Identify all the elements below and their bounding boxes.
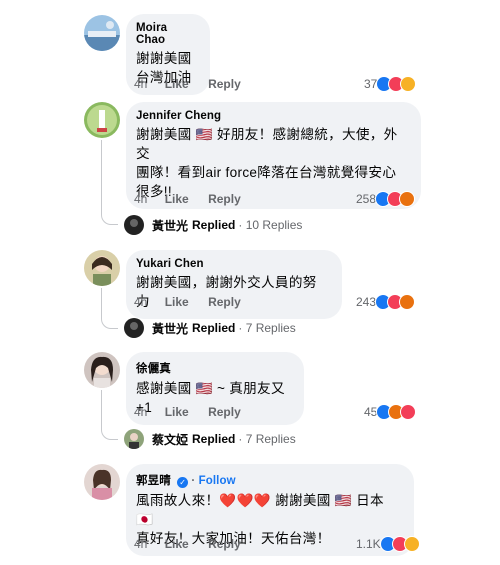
replied-label: Replied — [192, 432, 236, 446]
reply-button[interactable]: Reply — [208, 537, 241, 551]
thread-connector — [101, 140, 118, 225]
comment-text-line: 風雨故人來！❤️❤️❤️ 謝謝美國 🇺🇸 日本 🇯🇵 — [136, 493, 384, 527]
separator-dot: · — [191, 475, 196, 487]
comment-time[interactable]: 4h — [134, 192, 147, 206]
comment-actions: 4h Like Reply — [134, 77, 257, 91]
thread-connector — [101, 288, 118, 329]
avatar[interactable] — [84, 464, 120, 500]
reply-button[interactable]: Reply — [208, 405, 241, 419]
love-reaction-icon — [400, 404, 417, 420]
reaction-count: 243 — [356, 295, 377, 309]
avatar[interactable] — [84, 102, 120, 138]
reply-button[interactable]: Reply — [208, 192, 241, 206]
replies-link[interactable]: 蔡文婭 Replied · 7 Replies — [124, 429, 296, 449]
reply-button[interactable]: Reply — [208, 77, 241, 91]
follow-button[interactable]: Follow — [199, 475, 236, 487]
reaction-count: 45 — [364, 405, 378, 419]
like-button[interactable]: Like — [165, 192, 189, 206]
reply-count: · 7 Replies — [238, 321, 296, 335]
comment-time[interactable]: 4h — [134, 77, 147, 91]
reply-avatar — [124, 215, 144, 235]
like-button[interactable]: Like — [165, 77, 189, 91]
avatar[interactable] — [84, 250, 120, 286]
reply-count: · 10 Replies — [238, 218, 303, 232]
angry-reaction-icon — [399, 294, 416, 310]
comment-author[interactable]: Jennifer Cheng — [136, 110, 409, 122]
reaction-count: 258 — [356, 192, 377, 206]
thread-connector — [101, 390, 118, 440]
comment-time[interactable]: 4h — [134, 537, 147, 551]
like-button[interactable]: Like — [165, 537, 189, 551]
comment-time[interactable]: 4h — [134, 295, 147, 309]
avatar[interactable] — [84, 15, 120, 51]
reaction-count: 37 — [364, 77, 378, 91]
like-button[interactable]: Like — [165, 405, 189, 419]
like-button[interactable]: Like — [165, 295, 189, 309]
comment-text-line: 謝謝美國 — [136, 51, 192, 66]
comment-actions: 4h Like Reply — [134, 192, 257, 206]
comment-author[interactable]: 徐儷真 — [136, 360, 292, 376]
comment-actions: 4h Like Reply — [134, 405, 257, 419]
reply-avatar — [124, 318, 144, 338]
comment-author[interactable]: Moira Chao — [136, 22, 198, 46]
replies-link[interactable]: 黃世光 Replied · 7 Replies — [124, 318, 296, 338]
reaction-summary[interactable]: 1.1K — [356, 536, 420, 552]
replied-label: Replied — [192, 321, 236, 335]
reaction-summary[interactable]: 37 — [364, 76, 417, 92]
reply-avatar — [124, 429, 144, 449]
comment-actions: 4h Like Reply — [134, 295, 257, 309]
replied-label: Replied — [192, 218, 236, 232]
reaction-summary[interactable]: 243 — [356, 294, 416, 310]
reply-button[interactable]: Reply — [208, 295, 241, 309]
reaction-count: 1.1K — [356, 537, 381, 551]
comment-author-name[interactable]: 郭昱晴 — [136, 475, 171, 487]
verified-badge-icon: ✓ — [177, 477, 189, 488]
reply-author: 黃世光 — [152, 321, 189, 336]
haha-reaction-icon — [400, 76, 417, 92]
angry-reaction-icon — [399, 191, 416, 207]
comment-time[interactable]: 4h — [134, 405, 147, 419]
care-reaction-icon — [403, 536, 420, 552]
comment-author[interactable]: Yukari Chen — [136, 258, 330, 270]
reply-author: 蔡文婭 — [152, 432, 189, 447]
reply-count: · 7 Replies — [238, 432, 296, 446]
comment-author: 郭昱晴 ✓ · Follow — [136, 472, 402, 488]
comment-actions: 4h Like Reply — [134, 537, 257, 551]
reply-author: 黃世光 — [152, 218, 189, 233]
comment-text-line: 團隊！看到air force降落在台灣就覺得安心 — [136, 165, 397, 180]
comment-text-line: 謝謝美國 🇺🇸 好朋友！感謝總統，大使，外交 — [136, 127, 398, 161]
reaction-summary[interactable]: 258 — [356, 191, 416, 207]
replies-link[interactable]: 黃世光 Replied · 10 Replies — [124, 215, 302, 235]
reaction-summary[interactable]: 45 — [364, 404, 417, 420]
avatar[interactable] — [84, 352, 120, 388]
